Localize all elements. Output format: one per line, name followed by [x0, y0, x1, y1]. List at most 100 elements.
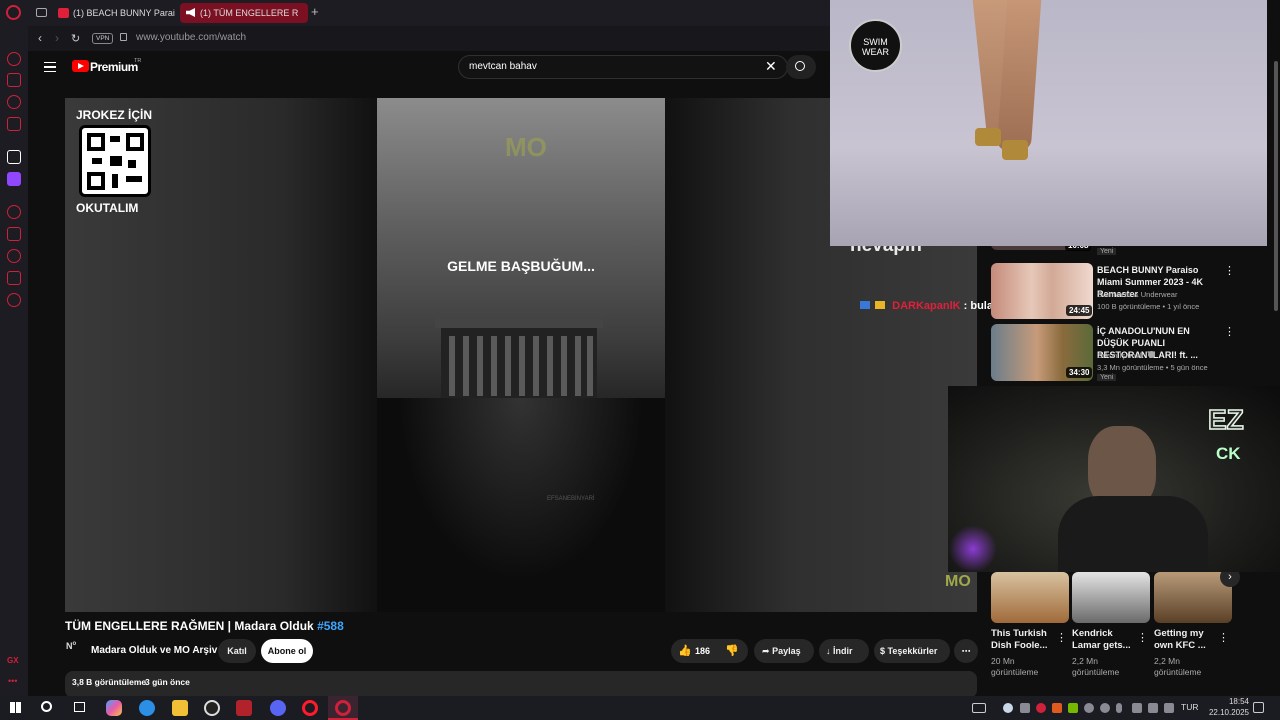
tray-icon[interactable] [1052, 703, 1062, 713]
dislike-button[interactable]: 👎 [725, 643, 741, 659]
obs-icon[interactable] [204, 700, 220, 716]
thanks-icon: $ [880, 646, 886, 656]
share-button[interactable]: ➦ Paylaş [754, 639, 814, 663]
keyboard-icon[interactable] [972, 703, 986, 713]
language-indicator[interactable]: TUR [1181, 702, 1198, 712]
short-views-1: 2,2 Mn görüntüleme [1072, 656, 1120, 677]
edge-icon[interactable] [139, 700, 155, 716]
rec-menu-icon[interactable]: ⋮ [1224, 264, 1235, 277]
clock-time[interactable]: 18:54 [1205, 697, 1249, 706]
lock-icon[interactable] [120, 33, 127, 41]
voicemeeter-icon[interactable] [236, 700, 252, 716]
menu-icon[interactable] [44, 62, 56, 72]
url-field[interactable]: www.youtube.com/watch [136, 32, 246, 43]
news-icon[interactable] [7, 117, 21, 131]
opera-gx-taskbar-item[interactable] [328, 696, 358, 720]
short-thumbnail-0[interactable] [991, 572, 1069, 623]
twitch-icon[interactable] [7, 172, 21, 186]
video-title: TÜM ENGELLERE RAĞMEN | Madara Olduk #588 [65, 619, 344, 633]
title-text: TÜM ENGELLERE RAĞMEN | Madara Olduk [65, 619, 314, 633]
file-explorer-icon[interactable] [172, 700, 188, 716]
channel-name[interactable]: Madara Olduk ve MO Arşiv [91, 645, 217, 656]
opera-icon[interactable] [302, 700, 318, 716]
opera-logo-icon[interactable] [6, 5, 21, 20]
recommendation-1[interactable]: 24:45 BEACH BUNNY Paraiso Miami Summer 2… [991, 263, 1241, 319]
microphone-icon[interactable] [1116, 703, 1122, 713]
more-actions-button[interactable]: ⋯ [954, 639, 978, 663]
tab-overview-icon[interactable] [36, 8, 47, 17]
history-icon[interactable] [7, 249, 21, 263]
like-button[interactable]: 👍 186 [676, 643, 716, 659]
taskbar-search-icon[interactable] [41, 701, 52, 712]
bag-icon[interactable] [7, 73, 21, 87]
more-icon[interactable]: ••• [8, 676, 17, 686]
download-button[interactable]: ↓ İndir [819, 639, 869, 663]
short-menu-icon[interactable]: ⋮ [1218, 631, 1229, 644]
thumbs-up-icon: 👍 [678, 645, 692, 657]
windows-start-icon[interactable] [10, 702, 21, 713]
subscribe-button[interactable]: Abone ol [261, 639, 313, 663]
task-view-icon[interactable] [74, 702, 85, 712]
tab-tum-engellere[interactable]: (1) TÜM ENGELLERE R [180, 3, 308, 23]
streamer-body [1058, 496, 1208, 572]
discord-tray-icon[interactable] [1020, 703, 1030, 713]
volume-icon[interactable] [1164, 703, 1174, 713]
player-icon[interactable] [7, 205, 21, 219]
short-menu-icon[interactable]: ⋮ [1137, 631, 1148, 644]
copilot-icon[interactable] [106, 700, 122, 716]
bookmark-icon[interactable] [7, 227, 21, 241]
new-tab-button[interactable]: + [311, 5, 319, 19]
send-icon[interactable] [7, 271, 21, 285]
qr-bottom-text: OKUTALIM [76, 201, 139, 215]
rec-meta: 3,3 Mn görüntüleme • 5 gün önce [1097, 363, 1208, 372]
gx-icon[interactable]: GX [7, 656, 19, 665]
search-button[interactable] [786, 55, 816, 79]
recommendation-0[interactable]: 10:08 Yeni [991, 238, 1241, 260]
channel-avatar[interactable]: No [66, 641, 84, 659]
search-input[interactable]: mevtcan bahav [458, 55, 788, 79]
recommendation-2[interactable]: 34:30 İÇ ANADOLU'NUN EN DÜŞÜK PUANLI RES… [991, 324, 1241, 382]
video-caption: GELME BAŞBUĞUM... [447, 258, 595, 274]
browser-sidebar: GX ••• [0, 0, 28, 698]
mo-watermark-corner: MO [945, 573, 971, 590]
tiktok-icon[interactable] [7, 150, 21, 164]
nvidia-icon[interactable] [1068, 703, 1078, 713]
tray-icon[interactable] [1132, 703, 1142, 713]
clock-date[interactable]: 22.10.2025 [1205, 708, 1249, 717]
aria-icon[interactable] [7, 52, 21, 66]
forward-icon[interactable]: › [55, 31, 59, 45]
reload-icon[interactable]: ↻ [71, 32, 80, 45]
page-scrollbar[interactable] [1272, 51, 1280, 696]
youtube-favicon-icon [58, 8, 69, 18]
description-box[interactable]: 3,8 B görüntüleme 3 gün önce [65, 671, 977, 698]
youtube-brand[interactable]: Premium [90, 60, 138, 74]
youtube-logo-icon[interactable] [72, 60, 89, 72]
tray-icon[interactable] [1084, 703, 1094, 713]
settings-icon[interactable] [7, 293, 21, 307]
vpn-badge[interactable]: VPN [92, 33, 114, 44]
discord-icon[interactable] [270, 700, 286, 716]
download-label: İndir [833, 646, 853, 656]
back-icon[interactable]: ‹ [38, 31, 42, 45]
join-button[interactable]: Katıl [218, 639, 256, 663]
red-tray-icon[interactable] [1036, 703, 1046, 713]
steam-icon[interactable] [1003, 703, 1013, 713]
notification-icon[interactable] [1253, 702, 1264, 713]
short-title-2[interactable]: Getting my own KFC ... [1154, 628, 1220, 652]
tray-icon[interactable] [1100, 703, 1110, 713]
short-menu-icon[interactable]: ⋮ [1056, 631, 1067, 644]
tab-beach-bunny[interactable]: (1) BEACH BUNNY Paraiso [53, 3, 175, 23]
scrollbar-thumb[interactable] [1274, 61, 1278, 311]
messenger-icon[interactable] [7, 95, 21, 109]
thanks-button[interactable]: $ Teşekkürler [874, 639, 950, 663]
shoe-shape [975, 128, 1001, 146]
short-thumbnail-1[interactable] [1072, 572, 1150, 623]
short-title-1[interactable]: Kendrick Lamar gets... [1072, 628, 1138, 652]
short-title-0[interactable]: This Turkish Dish Foole... [991, 628, 1057, 652]
rec-menu-icon[interactable]: ⋮ [1224, 325, 1235, 338]
network-icon[interactable] [1148, 703, 1158, 713]
thumbs-down-icon: 👎 [725, 645, 739, 657]
hashtag-link[interactable]: #588 [317, 619, 344, 633]
neon-sign-2: CK [1216, 444, 1241, 463]
clear-search-icon[interactable]: ✕ [765, 58, 777, 74]
